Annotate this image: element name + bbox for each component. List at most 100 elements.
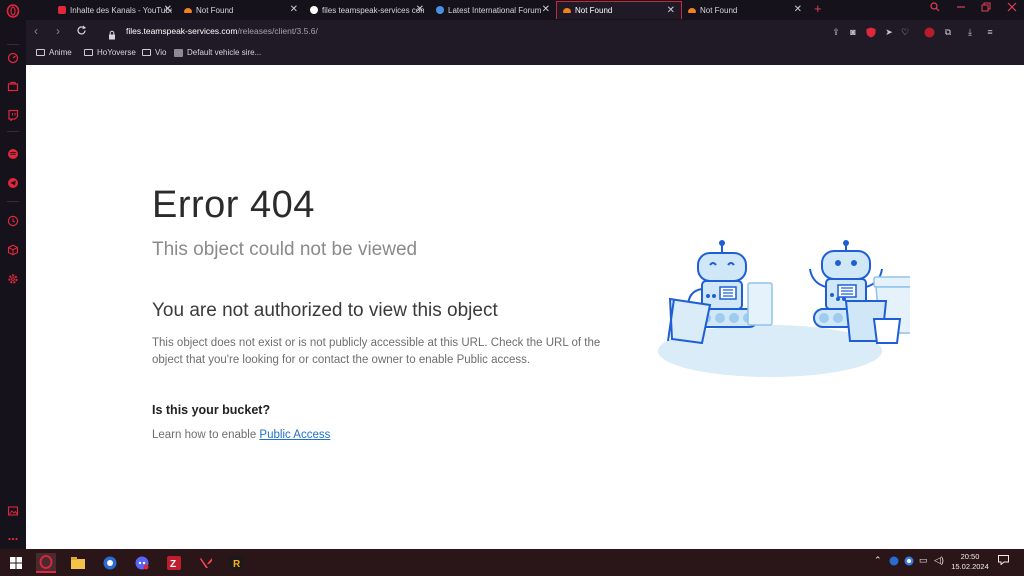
new-tab-plus-icon[interactable]: + — [814, 1, 822, 16]
extensions-icon[interactable]: ⧉ — [942, 26, 954, 38]
settings-gear-icon[interactable] — [5, 271, 21, 287]
close-icon[interactable]: ✕ — [667, 5, 675, 16]
extensions-cube-icon[interactable] — [5, 242, 21, 258]
windows-taskbar: Z R ⌃ ▭ ◁) 20:50 15.02.2024 — [0, 549, 1024, 576]
sidebar-divider — [7, 131, 19, 132]
tab-label: Inhalte des Kanals - YouTube — [70, 5, 172, 15]
lock-icon[interactable] — [108, 27, 116, 45]
close-window-icon[interactable] — [1007, 2, 1017, 15]
clock-date: 15.02.2024 — [951, 562, 989, 571]
telegram-icon[interactable] — [5, 175, 21, 191]
tray-app-icon[interactable] — [889, 556, 899, 568]
close-icon[interactable]: ✕ — [290, 4, 298, 15]
site-icon — [174, 48, 183, 57]
public-access-link[interactable]: Public Access — [259, 429, 330, 441]
tab-youtube[interactable]: Inhalte des Kanals - YouTube ✕ — [52, 1, 178, 19]
ublock-icon[interactable] — [923, 26, 935, 38]
download-icon[interactable]: ⤓ — [964, 26, 976, 38]
opera-gx-taskbar-icon[interactable] — [36, 553, 56, 573]
search-tabs-icon[interactable] — [930, 2, 940, 15]
page-content: Error 404 This object could not be viewe… — [26, 65, 1024, 549]
opera-menu-icon[interactable] — [5, 3, 21, 19]
bookmark-label: Anime — [49, 48, 72, 57]
tray-teamspeak-icon[interactable] — [904, 556, 914, 568]
send-icon[interactable]: ➤ — [883, 26, 895, 38]
tab-not-found-2[interactable]: Not Found ✕ — [682, 1, 808, 19]
network-icon[interactable]: ▭ — [919, 555, 928, 566]
bucket-heading: Is this your bucket? — [152, 403, 271, 417]
restore-icon[interactable] — [981, 2, 991, 15]
close-icon[interactable]: ✕ — [794, 4, 802, 15]
error-title: Error 404 — [152, 184, 315, 226]
tab-forum[interactable]: Latest International Forum ✕ — [430, 1, 556, 19]
tab-google-search[interactable]: files teamspeak-services com ✕ — [304, 1, 430, 19]
bookmark-label: HoYoverse — [97, 48, 136, 57]
share-icon[interactable]: ⇪ — [830, 26, 842, 38]
cloudflare-icon — [184, 7, 192, 13]
opera-sidebar — [0, 0, 26, 549]
bookmark-folder-anime[interactable]: Anime — [36, 48, 72, 57]
teamspeak-taskbar-icon[interactable] — [100, 553, 120, 573]
sidebar-divider — [7, 201, 19, 202]
bookmarks-bar: Anime HoYoverse Vio Default vehicle sire… — [26, 44, 1024, 65]
tab-label: Latest International Forum — [448, 5, 542, 15]
menu-lines-icon[interactable]: ≡ — [984, 26, 996, 38]
camera-icon[interactable]: ◙ — [847, 26, 859, 38]
folder-icon — [36, 49, 45, 56]
url-path: /releases/client/3.5.6/ — [237, 26, 318, 36]
filezilla-taskbar-icon[interactable]: Z — [164, 553, 184, 573]
robots-illustration — [658, 240, 910, 377]
rockstar-taskbar-icon[interactable]: R — [226, 553, 246, 573]
tray-expand-icon[interactable]: ⌃ — [874, 555, 882, 566]
system-clock[interactable]: 20:50 15.02.2024 — [950, 552, 990, 572]
heart-icon[interactable]: ♡ — [899, 26, 911, 38]
forward-icon[interactable]: › — [56, 24, 60, 38]
bookmark-label: Vio — [155, 48, 167, 57]
spotify-icon[interactable] — [5, 146, 21, 162]
cloudflare-icon — [563, 8, 571, 13]
tab-not-found-active[interactable]: Not Found ✕ — [556, 1, 682, 19]
discord-taskbar-icon[interactable] — [132, 553, 152, 573]
tab-label: files teamspeak-services com — [322, 5, 424, 15]
shopping-bag-icon[interactable] — [5, 78, 21, 94]
tab-label: Not Found — [700, 5, 738, 15]
history-icon[interactable] — [5, 213, 21, 229]
more-icon[interactable] — [5, 531, 21, 547]
adblock-shield-icon[interactable] — [865, 26, 877, 38]
windows-start-icon[interactable] — [6, 553, 26, 573]
svg-text:R: R — [233, 559, 241, 570]
bookmark-default-vehicle[interactable]: Default vehicle sire... — [174, 48, 261, 57]
tab-not-found-1[interactable]: Not Found ✕ — [178, 1, 304, 19]
learn-paragraph: Learn how to enable Public Access — [152, 429, 330, 441]
cloudflare-icon — [688, 7, 696, 13]
volume-icon[interactable]: ◁) — [934, 555, 944, 566]
tab-label: Not Found — [575, 6, 613, 15]
close-icon[interactable]: ✕ — [164, 4, 172, 15]
address-bar-row: ‹ › files.teamspeak-services.com/release… — [26, 20, 1024, 44]
close-icon[interactable]: ✕ — [416, 4, 424, 15]
error-description: This object does not exist or is not pub… — [152, 337, 601, 366]
svg-text:Z: Z — [170, 559, 176, 570]
minimize-icon[interactable] — [956, 2, 966, 15]
folder-icon — [84, 49, 93, 56]
valorant-taskbar-icon[interactable] — [196, 553, 216, 573]
bookmark-folder-hoyoverse[interactable]: HoYoverse — [84, 48, 136, 57]
tab-strip: Inhalte des Kanals - YouTube ✕ Not Found… — [26, 0, 1024, 20]
back-icon[interactable]: ‹ — [34, 24, 38, 38]
file-explorer-icon[interactable] — [68, 553, 88, 573]
bookmark-label: Default vehicle sire... — [187, 48, 262, 57]
twitch-icon[interactable] — [5, 107, 21, 123]
url-field[interactable]: files.teamspeak-services.com/releases/cl… — [126, 26, 318, 36]
learn-text: Learn how to enable — [152, 429, 260, 441]
google-icon — [310, 6, 318, 14]
close-icon[interactable]: ✕ — [542, 4, 550, 15]
reload-icon[interactable] — [76, 25, 87, 39]
folder-icon — [142, 49, 151, 56]
right-robot — [809, 240, 910, 344]
speed-dial-icon[interactable] — [5, 50, 21, 66]
gallery-icon[interactable] — [5, 503, 21, 519]
unauthorized-heading: You are not authorized to view this obje… — [152, 300, 498, 321]
error-subtitle: This object could not be viewed — [152, 239, 418, 260]
bookmark-folder-vio[interactable]: Vio — [142, 48, 166, 57]
notifications-icon[interactable] — [998, 555, 1009, 567]
